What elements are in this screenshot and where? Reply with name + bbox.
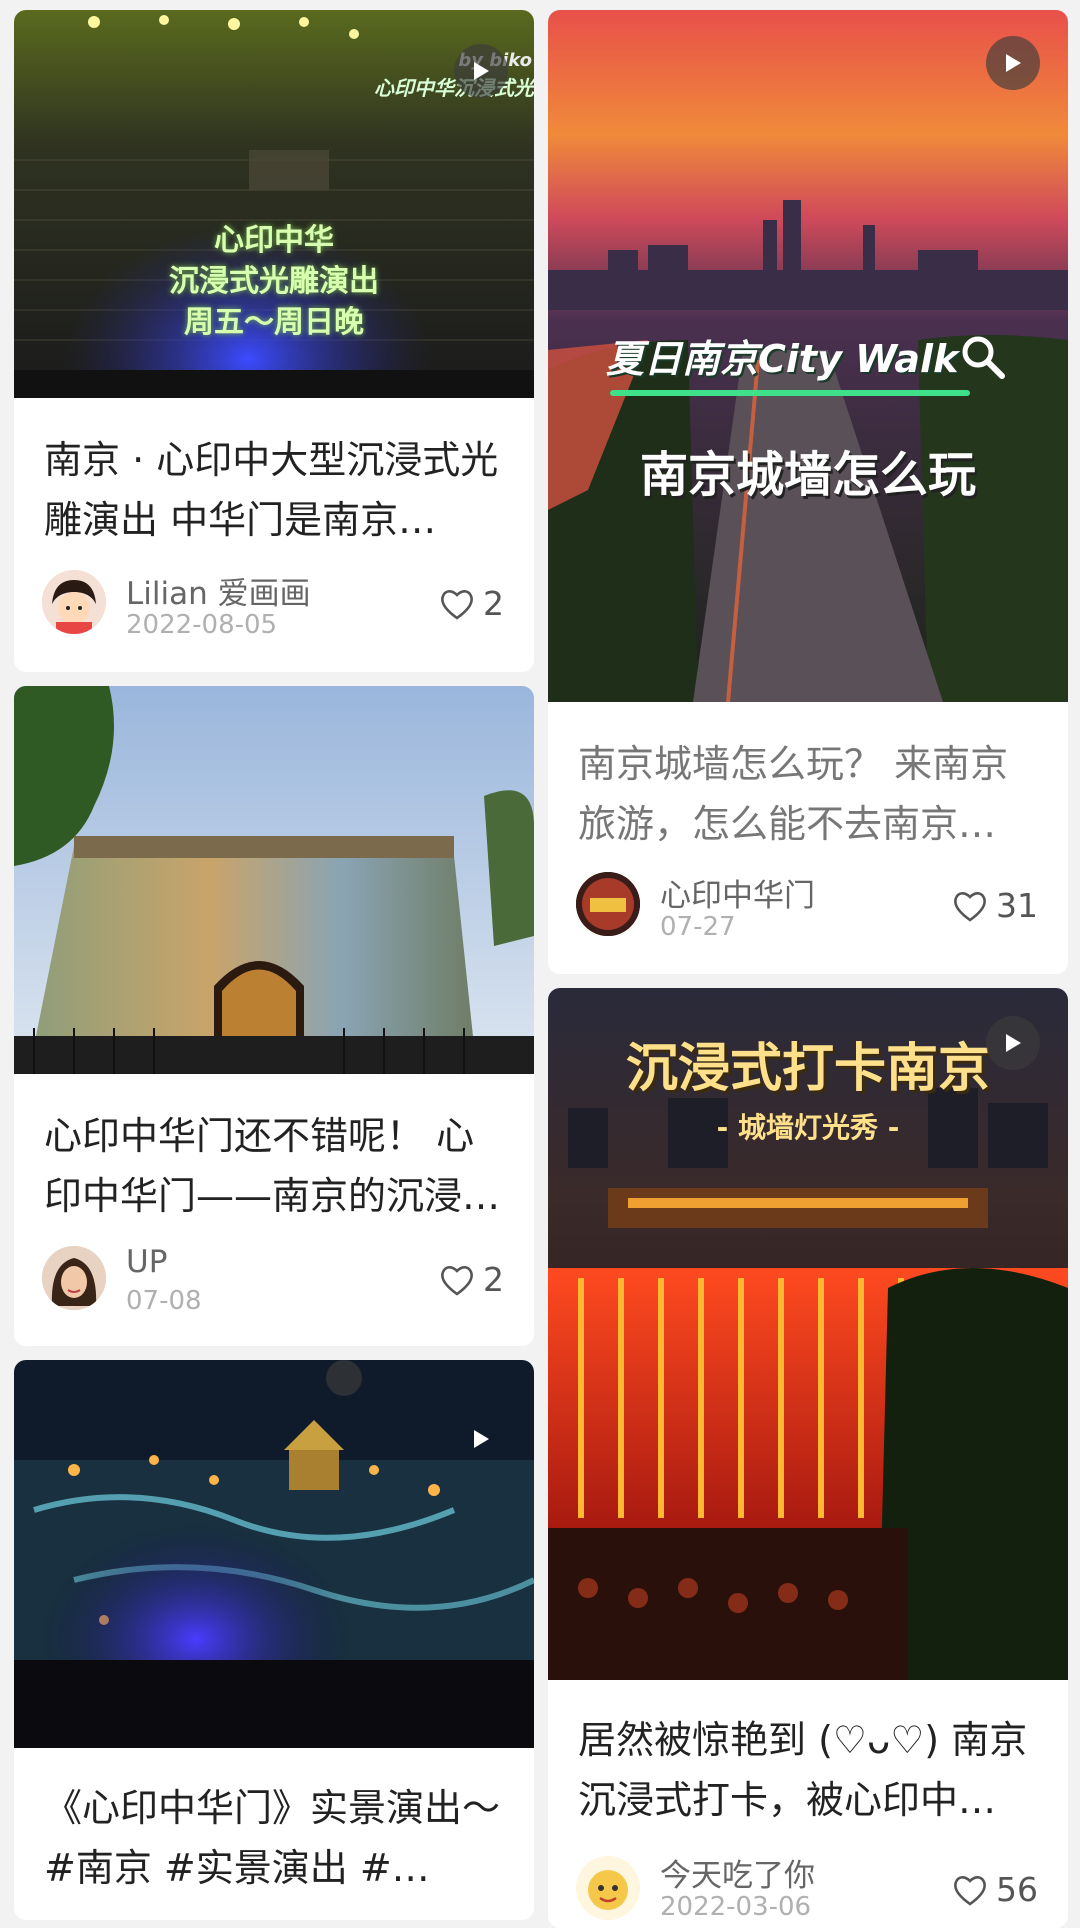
- avatar[interactable]: [576, 872, 640, 936]
- card-thumbnail[interactable]: 心印中华沉浸式光 by biko 心印中华 沉浸式光雕演出 周五～周日晚: [14, 10, 534, 398]
- like-count: 2: [483, 1260, 504, 1299]
- play-icon[interactable]: [454, 1412, 508, 1466]
- post-date: 07-08: [126, 1286, 202, 1316]
- feed-card[interactable]: 心印中华门还不错呢！ 心印中华门——南京的沉浸… UP 07-08 2: [14, 686, 534, 1346]
- card-thumbnail[interactable]: 沉浸式打卡南京 - 城墙灯光秀 -: [548, 988, 1068, 1680]
- author-name[interactable]: 今天吃了你: [660, 1850, 815, 1895]
- post-date: 2022-03-06: [660, 1892, 812, 1922]
- avatar[interactable]: [576, 1856, 640, 1920]
- avatar[interactable]: [42, 570, 106, 634]
- thumbnail-caption-line: 心印中华: [214, 223, 334, 258]
- caption-underline: [610, 390, 970, 396]
- author-name[interactable]: Lilian 爱画画: [126, 568, 311, 613]
- thumbnail-caption-main: 南京城墙怎么玩: [639, 447, 976, 503]
- heart-outline-icon: [441, 589, 473, 620]
- card-title[interactable]: 心印中华门还不错呢！ 心印中华门——南京的沉浸…: [44, 1106, 504, 1226]
- feed-card[interactable]: 《心印中华门》实景演出～ #南京 #实景演出 #…: [14, 1360, 534, 1920]
- heart-outline-icon: [441, 1265, 473, 1296]
- avatar[interactable]: [42, 1246, 106, 1310]
- feed-card[interactable]: 沉浸式打卡南京 - 城墙灯光秀 - 居然被惊艳到 (♡ᴗ♡) 南京沉浸式打卡，被…: [548, 988, 1068, 1928]
- magnifier-icon: [962, 336, 1005, 379]
- thumbnail-caption-top: 夏日南京City Walk: [606, 337, 959, 381]
- thumbnail-caption-line: 沉浸式光雕演出: [169, 264, 379, 299]
- feed-card[interactable]: 夏日南京City Walk 南京城墙怎么玩 南京城墙怎么玩？ 来南京旅游，怎么能…: [548, 10, 1068, 974]
- play-icon[interactable]: [986, 1016, 1040, 1070]
- card-title[interactable]: 《心印中华门》实景演出～ #南京 #实景演出 #…: [44, 1778, 504, 1898]
- city-gate-dusk-image: [14, 686, 534, 1074]
- post-date: 07-27: [660, 912, 736, 942]
- like-count: 2: [483, 584, 504, 623]
- card-thumbnail[interactable]: 夏日南京City Walk 南京城墙怎么玩: [548, 10, 1068, 702]
- heart-outline-icon: [954, 1875, 986, 1906]
- like-button[interactable]: 56: [952, 1870, 1038, 1909]
- like-button[interactable]: 31: [952, 886, 1038, 925]
- play-icon[interactable]: [986, 36, 1040, 90]
- feed-card[interactable]: 心印中华沉浸式光 by biko 心印中华 沉浸式光雕演出 周五～周日晚 南京 …: [14, 10, 534, 672]
- light-show-image: [14, 1360, 534, 1748]
- like-count: 56: [996, 1870, 1038, 1909]
- card-thumbnail[interactable]: [14, 686, 534, 1074]
- thumbnail-caption-sub: - 城墙灯光秀 -: [716, 1111, 900, 1144]
- like-button[interactable]: 2: [439, 584, 504, 623]
- author-name[interactable]: UP: [126, 1244, 167, 1280]
- play-icon[interactable]: [454, 44, 508, 98]
- like-button[interactable]: 2: [439, 1260, 504, 1299]
- card-thumbnail[interactable]: [14, 1360, 534, 1748]
- like-count: 31: [996, 886, 1038, 925]
- card-title[interactable]: 居然被惊艳到 (♡ᴗ♡) 南京沉浸式打卡，被心印中…: [578, 1710, 1038, 1830]
- thumbnail-caption-line: 周五～周日晚: [184, 305, 364, 340]
- author-name[interactable]: 心印中华门: [660, 870, 815, 915]
- card-title[interactable]: 南京城墙怎么玩？ 来南京旅游，怎么能不去南京…: [578, 734, 1038, 854]
- heart-outline-icon: [954, 891, 986, 922]
- card-title[interactable]: 南京 · 心印中大型沉浸式光雕演出 中华门是南京…: [44, 430, 504, 550]
- post-date: 2022-08-05: [126, 610, 278, 640]
